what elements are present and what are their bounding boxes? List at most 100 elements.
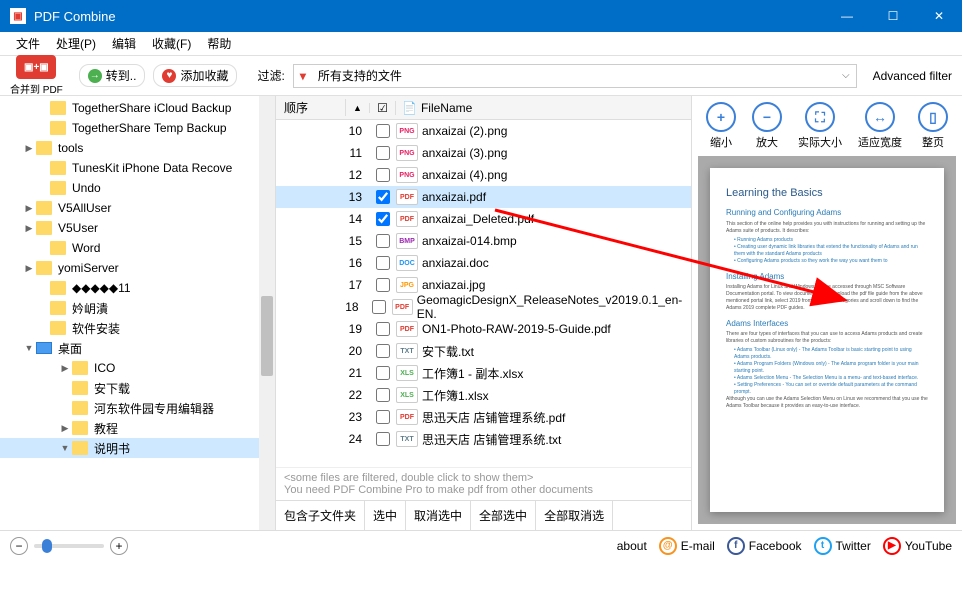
zoom-slider[interactable] <box>34 544 104 548</box>
tree-item[interactable]: ▼桌面 <box>0 338 275 358</box>
youtube-link[interactable]: ▶YouTube <box>883 537 952 555</box>
twitter-icon: t <box>814 537 832 555</box>
tree-item[interactable]: ▶教程 <box>0 418 275 438</box>
menu-file[interactable]: 文件 <box>8 35 48 52</box>
file-row[interactable]: 24TXT思迅天店 店铺管理系统.txt <box>276 428 691 450</box>
filter-select[interactable]: ▾ 所有支持的文件 ⌵ <box>293 64 857 88</box>
file-checkbox[interactable] <box>372 300 386 314</box>
fit-width-button[interactable]: ↔适应宽度 <box>858 102 902 150</box>
email-link[interactable]: @E-mail <box>659 537 715 555</box>
tree-expander-icon[interactable]: ▼ <box>58 443 72 453</box>
file-checkbox[interactable] <box>376 168 390 182</box>
file-checkbox[interactable] <box>376 234 390 248</box>
zoom-plus-button[interactable]: + <box>110 537 128 555</box>
maximize-button[interactable]: ☐ <box>870 0 916 32</box>
minimize-button[interactable]: — <box>824 0 870 32</box>
tree-item[interactable]: TunesKit iPhone Data Recove <box>0 158 275 178</box>
include-subfolders[interactable]: 包含子文件夹 <box>276 501 365 530</box>
menu-process[interactable]: 处理(P) <box>48 35 104 52</box>
tree-item[interactable]: 安下载 <box>0 378 275 398</box>
folder-icon <box>50 321 66 335</box>
tree-expander-icon[interactable]: ▶ <box>58 423 72 434</box>
file-name: 安下载.txt <box>422 343 474 360</box>
select-button[interactable]: 选中 <box>365 501 406 530</box>
file-row[interactable]: 16DOCanxiazai.doc <box>276 252 691 274</box>
column-checkbox[interactable]: ☑ <box>370 101 396 115</box>
tree-item[interactable]: Word <box>0 238 275 258</box>
menu-edit[interactable]: 编辑 <box>104 35 144 52</box>
file-checkbox[interactable] <box>376 212 390 226</box>
close-button[interactable]: ✕ <box>916 0 962 32</box>
file-checkbox[interactable] <box>376 388 390 402</box>
tree-item-label: TogetherShare Temp Backup <box>72 121 227 135</box>
file-checkbox[interactable] <box>376 124 390 138</box>
zoom-minus-button[interactable]: − <box>10 537 28 555</box>
tree-scrollbar[interactable] <box>259 96 275 530</box>
tree-expander-icon[interactable]: ▶ <box>22 263 36 274</box>
file-row[interactable]: 10PNGanxaizai (2).png <box>276 120 691 142</box>
file-checkbox[interactable] <box>376 190 390 204</box>
tree-item[interactable]: ▶yomiServer <box>0 258 275 278</box>
goto-button[interactable]: → 转到.. <box>79 64 146 87</box>
file-row[interactable]: 13PDFanxaizai.pdf <box>276 186 691 208</box>
menu-favorites[interactable]: 收藏(F) <box>144 35 199 52</box>
tree-item[interactable]: ▶V5User <box>0 218 275 238</box>
file-checkbox[interactable] <box>376 344 390 358</box>
file-row[interactable]: 12PNGanxaizai (4).png <box>276 164 691 186</box>
file-row[interactable]: 11PNGanxaizai (3).png <box>276 142 691 164</box>
tree-item[interactable]: ▶ICO <box>0 358 275 378</box>
tree-item[interactable]: 河东软件园专用编辑器 <box>0 398 275 418</box>
file-checkbox[interactable] <box>376 366 390 380</box>
zoom-in-button[interactable]: −放大 <box>752 102 782 150</box>
file-row[interactable]: 19PDFON1-Photo-RAW-2019-5-Guide.pdf <box>276 318 691 340</box>
file-row[interactable]: 20TXT安下载.txt <box>276 340 691 362</box>
folder-icon <box>72 421 88 435</box>
file-checkbox[interactable] <box>376 278 390 292</box>
file-row[interactable]: 23PDF思迅天店 店铺管理系统.pdf <box>276 406 691 428</box>
preview-document[interactable]: Learning the Basics Running and Configur… <box>698 156 956 524</box>
tree-item[interactable]: ▼说明书 <box>0 438 275 458</box>
tree-expander-icon[interactable]: ▶ <box>58 363 72 374</box>
deselect-all-button[interactable]: 全部取消选 <box>536 501 613 530</box>
tree-expander-icon[interactable]: ▼ <box>22 343 36 353</box>
file-row[interactable]: 21XLS工作簿1 - 副本.xlsx <box>276 362 691 384</box>
full-page-button[interactable]: ▯整页 <box>918 102 948 150</box>
twitter-link[interactable]: tTwitter <box>814 537 871 555</box>
file-checkbox[interactable] <box>376 410 390 424</box>
tree-item[interactable]: ◆◆◆◆◆11 <box>0 278 275 298</box>
tree-item[interactable]: ▶V5AllUser <box>0 198 275 218</box>
tree-item[interactable]: 软件安装 <box>0 318 275 338</box>
actual-size-button[interactable]: ⛶实际大小 <box>798 102 842 150</box>
file-row[interactable]: 22XLS工作簿1.xlsx <box>276 384 691 406</box>
file-checkbox[interactable] <box>376 256 390 270</box>
folder-tree: TogetherShare iCloud Backup TogetherShare… <box>0 96 276 530</box>
tree-expander-icon[interactable]: ▶ <box>22 203 36 214</box>
sort-indicator[interactable]: ▲ <box>346 103 370 113</box>
select-all-button[interactable]: 全部选中 <box>471 501 536 530</box>
file-checkbox[interactable] <box>376 146 390 160</box>
column-order[interactable]: 顺序 <box>276 99 346 116</box>
menu-help[interactable]: 帮助 <box>199 35 239 52</box>
file-row[interactable]: 18PDFGeomagicDesignX_ReleaseNotes_v2019.… <box>276 296 691 318</box>
combine-pdf-button[interactable]: ▣+▣ 合并到 PDF <box>10 55 63 96</box>
tree-item[interactable]: TogetherShare iCloud Backup <box>0 98 275 118</box>
file-checkbox[interactable] <box>376 322 390 336</box>
file-row[interactable]: 14PDFanxaizai_Deleted.pdf <box>276 208 691 230</box>
file-row[interactable]: 15BMPanxaizai-014.bmp <box>276 230 691 252</box>
png-icon: PNG <box>396 167 418 183</box>
tree-expander-icon[interactable]: ▶ <box>22 143 36 154</box>
tree-item[interactable]: ▶tools <box>0 138 275 158</box>
add-favorite-button[interactable]: ♥ 添加收藏 <box>153 64 237 87</box>
column-filename[interactable]: 📄 FileName <box>396 101 691 115</box>
tree-item[interactable]: Undo <box>0 178 275 198</box>
deselect-button[interactable]: 取消选中 <box>406 501 471 530</box>
folder-icon <box>72 361 88 375</box>
tree-item[interactable]: 妗岄潰 <box>0 298 275 318</box>
facebook-link[interactable]: fFacebook <box>727 537 802 555</box>
tree-item[interactable]: TogetherShare Temp Backup <box>0 118 275 138</box>
advanced-filter-link[interactable]: Advanced filter <box>873 69 952 83</box>
file-checkbox[interactable] <box>376 432 390 446</box>
tree-expander-icon[interactable]: ▶ <box>22 223 36 234</box>
zoom-out-button[interactable]: +缩小 <box>706 102 736 150</box>
about-link[interactable]: about <box>617 539 647 553</box>
